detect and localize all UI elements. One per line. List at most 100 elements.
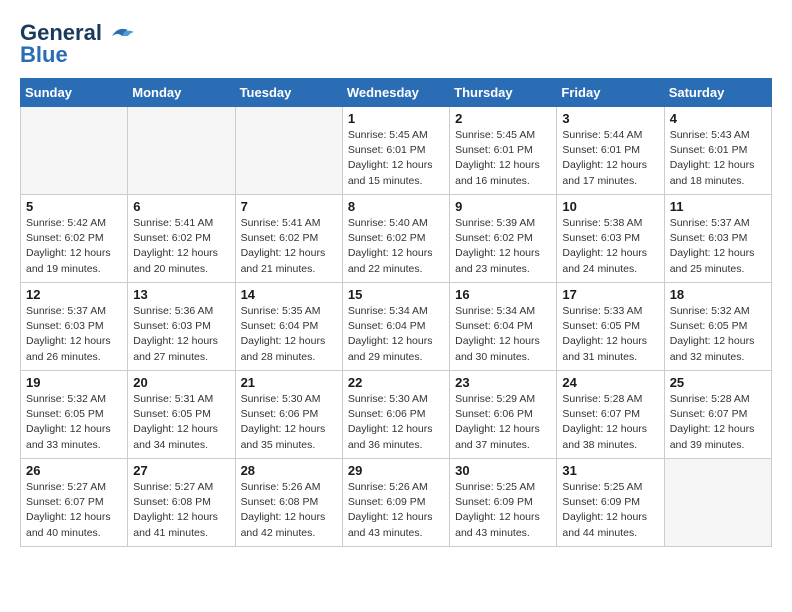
day-info: Sunrise: 5:36 AM Sunset: 6:03 PM Dayligh… [133, 304, 229, 365]
calendar-cell: 26 Sunrise: 5:27 AM Sunset: 6:07 PM Dayli… [21, 459, 128, 547]
calendar-cell: 24Sunrise: 5:28 AM Sunset: 6:07 PM Dayli… [557, 371, 664, 459]
weekday-header-wednesday: Wednesday [342, 79, 449, 107]
calendar-cell [235, 107, 342, 195]
calendar-cell: 11Sunrise: 5:37 AM Sunset: 6:03 PM Dayli… [664, 195, 771, 283]
calendar-cell: 14 Sunrise: 5:35 AM Sunset: 6:04 PM Dayli… [235, 283, 342, 371]
calendar-week-row: 26 Sunrise: 5:27 AM Sunset: 6:07 PM Dayli… [21, 459, 772, 547]
day-number: 3 [562, 111, 658, 126]
calendar-cell: 29Sunrise: 5:26 AM Sunset: 6:09 PM Dayli… [342, 459, 449, 547]
day-number: 11 [670, 199, 766, 214]
day-info: Sunrise: 5:37 AM Sunset: 6:03 PM Dayligh… [26, 304, 122, 365]
weekday-header-tuesday: Tuesday [235, 79, 342, 107]
calendar-cell: 22 Sunrise: 5:30 AM Sunset: 6:06 PM Dayli… [342, 371, 449, 459]
day-info: Sunrise: 5:34 AM Sunset: 6:04 PM Dayligh… [348, 304, 444, 365]
day-info: Sunrise: 5:45 AM Sunset: 6:01 PM Dayligh… [455, 128, 551, 189]
day-info: Sunrise: 5:45 AM Sunset: 6:01 PM Dayligh… [348, 128, 444, 189]
weekday-header-thursday: Thursday [450, 79, 557, 107]
calendar-cell: 8 Sunrise: 5:40 AM Sunset: 6:02 PM Daylig… [342, 195, 449, 283]
day-number: 13 [133, 287, 229, 302]
calendar-table: SundayMondayTuesdayWednesdayThursdayFrid… [20, 78, 772, 547]
calendar-cell: 18Sunrise: 5:32 AM Sunset: 6:05 PM Dayli… [664, 283, 771, 371]
calendar-week-row: 1 Sunrise: 5:45 AM Sunset: 6:01 PM Daylig… [21, 107, 772, 195]
day-number: 27 [133, 463, 229, 478]
day-info: Sunrise: 5:25 AM Sunset: 6:09 PM Dayligh… [562, 480, 658, 541]
day-info: Sunrise: 5:31 AM Sunset: 6:05 PM Dayligh… [133, 392, 229, 453]
calendar-header-row: SundayMondayTuesdayWednesdayThursdayFrid… [21, 79, 772, 107]
day-info: Sunrise: 5:27 AM Sunset: 6:08 PM Dayligh… [133, 480, 229, 541]
calendar-cell: 6 Sunrise: 5:41 AM Sunset: 6:02 PM Daylig… [128, 195, 235, 283]
day-number: 12 [26, 287, 122, 302]
calendar-cell: 23 Sunrise: 5:29 AM Sunset: 6:06 PM Dayli… [450, 371, 557, 459]
calendar-cell: 9Sunrise: 5:39 AM Sunset: 6:02 PM Daylig… [450, 195, 557, 283]
day-info: Sunrise: 5:40 AM Sunset: 6:02 PM Dayligh… [348, 216, 444, 277]
day-info: Sunrise: 5:43 AM Sunset: 6:01 PM Dayligh… [670, 128, 766, 189]
day-number: 26 [26, 463, 122, 478]
calendar-cell: 3 Sunrise: 5:44 AM Sunset: 6:01 PM Daylig… [557, 107, 664, 195]
calendar-cell [21, 107, 128, 195]
day-number: 4 [670, 111, 766, 126]
calendar-cell: 17 Sunrise: 5:33 AM Sunset: 6:05 PM Dayli… [557, 283, 664, 371]
day-info: Sunrise: 5:26 AM Sunset: 6:08 PM Dayligh… [241, 480, 337, 541]
calendar-cell: 28 Sunrise: 5:26 AM Sunset: 6:08 PM Dayli… [235, 459, 342, 547]
calendar-cell: 7Sunrise: 5:41 AM Sunset: 6:02 PM Daylig… [235, 195, 342, 283]
day-number: 14 [241, 287, 337, 302]
day-info: Sunrise: 5:44 AM Sunset: 6:01 PM Dayligh… [562, 128, 658, 189]
calendar-cell: 1 Sunrise: 5:45 AM Sunset: 6:01 PM Daylig… [342, 107, 449, 195]
day-number: 15 [348, 287, 444, 302]
day-number: 5 [26, 199, 122, 214]
day-number: 10 [562, 199, 658, 214]
day-number: 16 [455, 287, 551, 302]
calendar-cell: 25 Sunrise: 5:28 AM Sunset: 6:07 PM Dayli… [664, 371, 771, 459]
day-number: 2 [455, 111, 551, 126]
day-info: Sunrise: 5:41 AM Sunset: 6:02 PM Dayligh… [133, 216, 229, 277]
calendar-cell: 2 Sunrise: 5:45 AM Sunset: 6:01 PM Daylig… [450, 107, 557, 195]
day-info: Sunrise: 5:35 AM Sunset: 6:04 PM Dayligh… [241, 304, 337, 365]
calendar-week-row: 5Sunrise: 5:42 AM Sunset: 6:02 PM Daylig… [21, 195, 772, 283]
day-number: 31 [562, 463, 658, 478]
logo-blue: Blue [20, 42, 68, 68]
day-number: 17 [562, 287, 658, 302]
day-number: 21 [241, 375, 337, 390]
calendar-cell: 12 Sunrise: 5:37 AM Sunset: 6:03 PM Dayli… [21, 283, 128, 371]
calendar-cell: 4 Sunrise: 5:43 AM Sunset: 6:01 PM Daylig… [664, 107, 771, 195]
logo-bird-icon [104, 22, 136, 44]
day-number: 24 [562, 375, 658, 390]
calendar-week-row: 12 Sunrise: 5:37 AM Sunset: 6:03 PM Dayli… [21, 283, 772, 371]
day-info: Sunrise: 5:33 AM Sunset: 6:05 PM Dayligh… [562, 304, 658, 365]
day-info: Sunrise: 5:38 AM Sunset: 6:03 PM Dayligh… [562, 216, 658, 277]
calendar-cell: 31 Sunrise: 5:25 AM Sunset: 6:09 PM Dayli… [557, 459, 664, 547]
calendar-cell: 27 Sunrise: 5:27 AM Sunset: 6:08 PM Dayli… [128, 459, 235, 547]
day-info: Sunrise: 5:26 AM Sunset: 6:09 PM Dayligh… [348, 480, 444, 541]
day-number: 9 [455, 199, 551, 214]
calendar-cell: 30Sunrise: 5:25 AM Sunset: 6:09 PM Dayli… [450, 459, 557, 547]
day-info: Sunrise: 5:29 AM Sunset: 6:06 PM Dayligh… [455, 392, 551, 453]
day-number: 23 [455, 375, 551, 390]
calendar-cell [664, 459, 771, 547]
day-info: Sunrise: 5:32 AM Sunset: 6:05 PM Dayligh… [26, 392, 122, 453]
day-number: 20 [133, 375, 229, 390]
day-number: 1 [348, 111, 444, 126]
day-number: 7 [241, 199, 337, 214]
calendar-week-row: 19 Sunrise: 5:32 AM Sunset: 6:05 PM Dayli… [21, 371, 772, 459]
day-info: Sunrise: 5:30 AM Sunset: 6:06 PM Dayligh… [241, 392, 337, 453]
day-info: Sunrise: 5:28 AM Sunset: 6:07 PM Dayligh… [670, 392, 766, 453]
calendar-cell [128, 107, 235, 195]
calendar-cell: 13 Sunrise: 5:36 AM Sunset: 6:03 PM Dayli… [128, 283, 235, 371]
day-info: Sunrise: 5:30 AM Sunset: 6:06 PM Dayligh… [348, 392, 444, 453]
day-number: 22 [348, 375, 444, 390]
calendar-cell: 20 Sunrise: 5:31 AM Sunset: 6:05 PM Dayli… [128, 371, 235, 459]
day-number: 6 [133, 199, 229, 214]
day-number: 28 [241, 463, 337, 478]
day-number: 8 [348, 199, 444, 214]
weekday-header-friday: Friday [557, 79, 664, 107]
calendar-cell: 19 Sunrise: 5:32 AM Sunset: 6:05 PM Dayli… [21, 371, 128, 459]
page-header: General Blue [20, 20, 772, 68]
calendar-cell: 15 Sunrise: 5:34 AM Sunset: 6:04 PM Dayli… [342, 283, 449, 371]
day-number: 25 [670, 375, 766, 390]
weekday-header-saturday: Saturday [664, 79, 771, 107]
calendar-cell: 10 Sunrise: 5:38 AM Sunset: 6:03 PM Dayli… [557, 195, 664, 283]
calendar-cell: 5Sunrise: 5:42 AM Sunset: 6:02 PM Daylig… [21, 195, 128, 283]
day-info: Sunrise: 5:27 AM Sunset: 6:07 PM Dayligh… [26, 480, 122, 541]
weekday-header-sunday: Sunday [21, 79, 128, 107]
day-number: 19 [26, 375, 122, 390]
